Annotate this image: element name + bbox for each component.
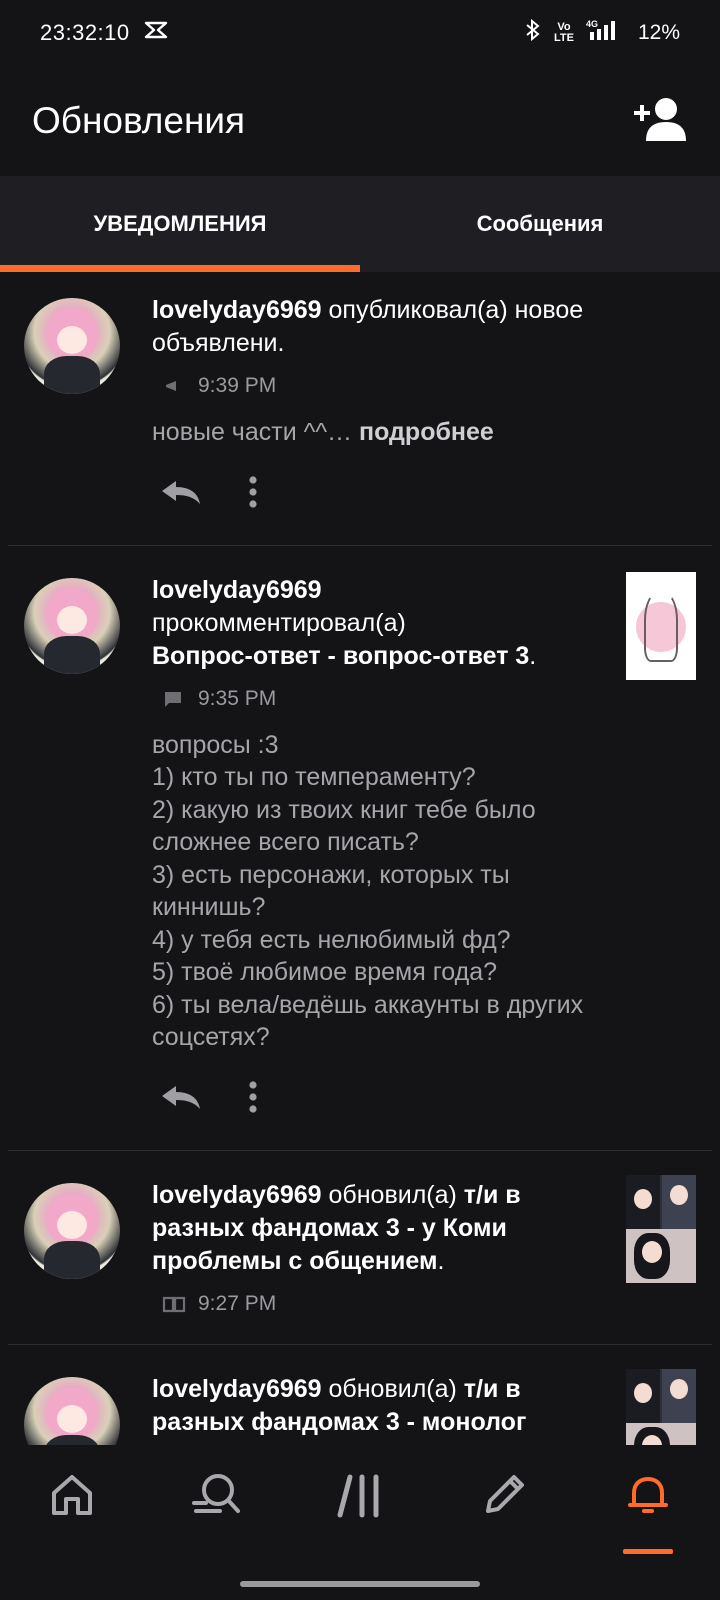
story-cover-thumbnail[interactable] [626,571,696,680]
write-icon [480,1471,528,1524]
more-vert-icon [248,475,258,514]
library-icon [336,1471,384,1524]
nav-home[interactable] [0,1471,144,1551]
active-nav-indicator [623,1549,673,1554]
page-title: Обновления [32,100,246,141]
more-options-button[interactable] [248,1080,258,1119]
notification-text: lovelyday6969 обновил(а) т/и в разных фа… [152,1180,521,1275]
nav-library[interactable] [288,1471,432,1551]
avatar[interactable] [24,1376,120,1445]
notification-text: lovelyday6969 опубликовал(а) новое объяв… [152,294,688,360]
signal-icon: 4G [586,18,626,48]
username-link[interactable]: lovelyday6969 [152,1181,322,1209]
active-tab-indicator [0,265,360,272]
notification-item[interactable]: lovelyday6969 опубликовал(а) новое объяв… [8,272,712,546]
notification-action: прокомментировал(а) [152,608,406,637]
notification-action: обновил(а) [321,1374,464,1403]
tab-messages[interactable]: Сообщения [360,176,720,272]
notification-text: lovelyday6969 обновил(а) т/и в разных фа… [152,1373,602,1439]
story-cover-thumbnail[interactable] [626,1368,696,1445]
nav-search[interactable] [144,1471,288,1551]
tab-notifications[interactable]: УВЕДОМЛЕНИЯ [0,176,360,272]
battery-percent: 12% [637,21,680,44]
reply-icon [158,477,204,512]
read-more-link[interactable]: подробнее [359,418,494,446]
capcut-icon [144,20,168,46]
notification-time: 9:35 PM [198,686,277,710]
notification-meta: 9:35 PM [162,687,602,711]
tab-messages-label: Сообщения [476,211,604,236]
notification-preview: новые части ^^… подробнее [152,418,494,446]
tab-bar: УВЕДОМЛЕНИЯ Сообщения [0,176,720,272]
notification-action: обновил(а) [321,1180,464,1209]
username-link[interactable]: lovelyday6969 [152,296,322,324]
search-icon [190,1471,242,1524]
gesture-bar[interactable] [240,1581,480,1587]
bottom-navigation [0,1445,720,1600]
more-options-button[interactable] [248,475,258,514]
status-time: 23:32:10 [40,20,130,45]
notification-time: 9:27 PM [198,1291,277,1315]
story-title-link[interactable]: Вопрос-ответ - вопрос-ответ 3 [152,642,529,670]
notification-item[interactable]: lovelyday6969 обновил(а) т/и в разных фа… [8,1345,712,1445]
bell-icon [624,1471,672,1524]
avatar[interactable] [24,298,120,394]
volte-indicator: Vo LTE [554,21,574,44]
avatar[interactable] [24,577,120,674]
app-header: Обновления [0,66,720,176]
comment-text: вопросы :3 1) кто ты по темпераменту? 2)… [152,730,584,1052]
username-link[interactable]: lovelyday6969 [152,576,322,604]
svg-text:4G: 4G [586,19,598,29]
megaphone-icon [162,377,184,395]
notifications-feed[interactable]: lovelyday6969 опубликовал(а) новое объяв… [0,272,720,1445]
reply-button[interactable] [158,477,204,512]
notification-item[interactable]: lovelyday6969 обновил(а) т/и в разных фа… [8,1151,712,1345]
nav-notifications[interactable] [576,1471,720,1554]
notification-actions [152,1080,602,1120]
add-user-icon[interactable] [632,93,688,149]
notification-item[interactable]: lovelyday6969 прокомментировал(а) Вопрос… [8,546,712,1151]
username-link[interactable]: lovelyday6969 [152,1375,322,1403]
story-cover-thumbnail[interactable] [626,1174,696,1283]
reply-button[interactable] [158,1082,204,1117]
notification-text: lovelyday6969 прокомментировал(а) Вопрос… [152,575,537,670]
notification-meta: 9:27 PM [162,1292,602,1316]
book-icon [162,1295,186,1313]
status-bar: 23:32:10 Vo LTE 4G 12% [0,0,720,66]
nav-write[interactable] [432,1471,576,1551]
home-icon [48,1471,96,1524]
notification-time: 9:39 PM [198,374,277,397]
tab-notifications-label: УВЕДОМЛЕНИЯ [93,211,267,236]
comment-icon [162,690,184,708]
more-vert-icon [248,1080,258,1119]
avatar[interactable] [24,1182,120,1279]
notification-meta: 9:39 PM [162,374,688,398]
bluetooth-icon [524,18,542,48]
reply-icon [158,1082,204,1117]
notification-actions [152,475,688,515]
